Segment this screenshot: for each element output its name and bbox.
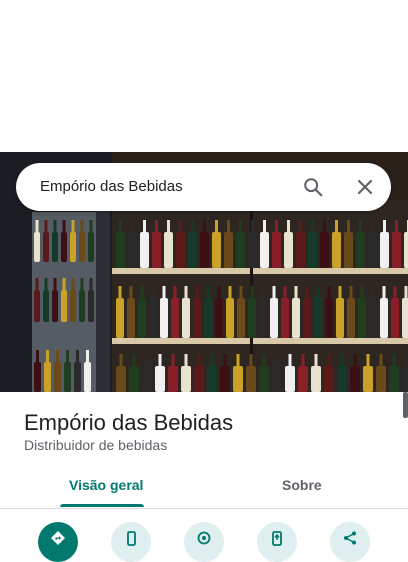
send-to-phone-button[interactable] (257, 522, 297, 562)
directions-button[interactable] (38, 522, 78, 562)
tab-sobre[interactable]: Sobre (282, 477, 322, 493)
location-button[interactable] (184, 522, 224, 562)
search-input[interactable]: Empório das Bebidas (40, 178, 183, 195)
close-icon[interactable] (355, 177, 375, 197)
tab-active-indicator (60, 504, 144, 507)
search-bar[interactable]: Empório das Bebidas (16, 163, 391, 211)
tab-bar: Visão geral Sobre (0, 466, 408, 509)
search-icon[interactable] (302, 176, 324, 198)
call-button[interactable] (111, 522, 151, 562)
tab-visao-geral[interactable]: Visão geral (69, 477, 143, 493)
place-category: Distribuidor de bebidas (24, 437, 167, 453)
share-button[interactable] (330, 522, 370, 562)
map-blank-area (0, 0, 408, 152)
scrollbar[interactable] (403, 392, 408, 418)
place-title: Empório das Bebidas (24, 410, 233, 436)
